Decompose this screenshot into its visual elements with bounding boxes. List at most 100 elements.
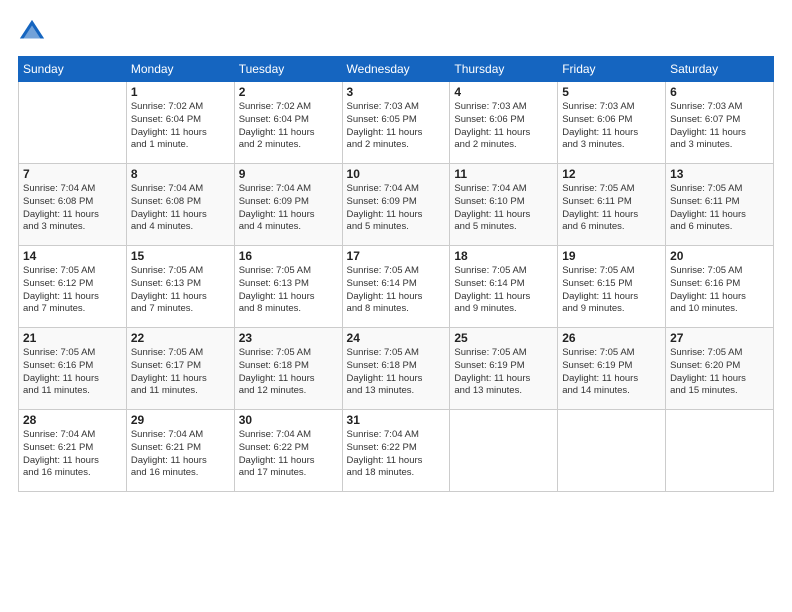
day-number: 26 [562, 331, 661, 345]
day-info: Sunrise: 7:04 AMSunset: 6:09 PMDaylight:… [239, 183, 338, 234]
day-info: Sunrise: 7:05 AMSunset: 6:18 PMDaylight:… [347, 347, 446, 398]
day-header-row: SundayMondayTuesdayWednesdayThursdayFrid… [19, 57, 774, 82]
day-number: 18 [454, 249, 553, 263]
day-number: 9 [239, 167, 338, 181]
day-number: 10 [347, 167, 446, 181]
day-info: Sunrise: 7:05 AMSunset: 6:13 PMDaylight:… [239, 265, 338, 316]
calendar-day-cell: 21 Sunrise: 7:05 AMSunset: 6:16 PMDayligh… [19, 328, 127, 410]
calendar-day-cell: 31 Sunrise: 7:04 AMSunset: 6:22 PMDayligh… [342, 410, 450, 492]
day-info: Sunrise: 7:05 AMSunset: 6:19 PMDaylight:… [454, 347, 553, 398]
day-info: Sunrise: 7:05 AMSunset: 6:14 PMDaylight:… [454, 265, 553, 316]
day-info: Sunrise: 7:05 AMSunset: 6:12 PMDaylight:… [23, 265, 122, 316]
day-of-week-header: Friday [558, 57, 666, 82]
day-info: Sunrise: 7:05 AMSunset: 6:18 PMDaylight:… [239, 347, 338, 398]
calendar-week-row: 14 Sunrise: 7:05 AMSunset: 6:12 PMDayligh… [19, 246, 774, 328]
day-info: Sunrise: 7:04 AMSunset: 6:21 PMDaylight:… [131, 429, 230, 480]
day-number: 6 [670, 85, 769, 99]
calendar-day-cell: 7 Sunrise: 7:04 AMSunset: 6:08 PMDaylight… [19, 164, 127, 246]
day-info: Sunrise: 7:02 AMSunset: 6:04 PMDaylight:… [131, 101, 230, 152]
calendar-day-cell: 2Sunrise: 7:02 AMSunset: 6:04 PMDaylight… [234, 82, 342, 164]
day-info: Sunrise: 7:05 AMSunset: 6:19 PMDaylight:… [562, 347, 661, 398]
calendar-day-cell: 26 Sunrise: 7:05 AMSunset: 6:19 PMDayligh… [558, 328, 666, 410]
calendar-day-cell: 1 Sunrise: 7:02 AMSunset: 6:04 PMDaylight… [126, 82, 234, 164]
calendar-day-cell: 16 Sunrise: 7:05 AMSunset: 6:13 PMDayligh… [234, 246, 342, 328]
day-number: 14 [23, 249, 122, 263]
day-number: 12 [562, 167, 661, 181]
calendar-day-cell: 20 Sunrise: 7:05 AMSunset: 6:16 PMDayligh… [666, 246, 774, 328]
day-number: 15 [131, 249, 230, 263]
day-number: 16 [239, 249, 338, 263]
calendar-day-cell: 19 Sunrise: 7:05 AMSunset: 6:15 PMDayligh… [558, 246, 666, 328]
day-of-week-header: Wednesday [342, 57, 450, 82]
calendar-day-cell [666, 410, 774, 492]
calendar-day-cell: 27 Sunrise: 7:05 AMSunset: 6:20 PMDayligh… [666, 328, 774, 410]
calendar-week-row: 28 Sunrise: 7:04 AMSunset: 6:21 PMDayligh… [19, 410, 774, 492]
logo [18, 18, 50, 46]
calendar-day-cell: 18 Sunrise: 7:05 AMSunset: 6:14 PMDayligh… [450, 246, 558, 328]
day-number: 27 [670, 331, 769, 345]
page: SundayMondayTuesdayWednesdayThursdayFrid… [0, 0, 792, 612]
day-info: Sunrise: 7:03 AMSunset: 6:06 PMDaylight:… [454, 101, 553, 152]
day-number: 7 [23, 167, 122, 181]
day-of-week-header: Saturday [666, 57, 774, 82]
calendar-day-cell: 5Sunrise: 7:03 AMSunset: 6:06 PMDaylight… [558, 82, 666, 164]
day-info: Sunrise: 7:04 AMSunset: 6:10 PMDaylight:… [454, 183, 553, 234]
day-number: 8 [131, 167, 230, 181]
calendar-day-cell: 30 Sunrise: 7:04 AMSunset: 6:22 PMDayligh… [234, 410, 342, 492]
day-info: Sunrise: 7:05 AMSunset: 6:20 PMDaylight:… [670, 347, 769, 398]
day-info: Sunrise: 7:05 AMSunset: 6:15 PMDaylight:… [562, 265, 661, 316]
day-info: Sunrise: 7:03 AMSunset: 6:07 PMDaylight:… [670, 101, 769, 152]
day-info: Sunrise: 7:04 AMSunset: 6:09 PMDaylight:… [347, 183, 446, 234]
day-info: Sunrise: 7:04 AMSunset: 6:08 PMDaylight:… [131, 183, 230, 234]
day-number: 4 [454, 85, 553, 99]
day-number: 11 [454, 167, 553, 181]
calendar-day-cell: 25 Sunrise: 7:05 AMSunset: 6:19 PMDayligh… [450, 328, 558, 410]
day-number: 13 [670, 167, 769, 181]
calendar-day-cell: 29 Sunrise: 7:04 AMSunset: 6:21 PMDayligh… [126, 410, 234, 492]
day-number: 23 [239, 331, 338, 345]
day-number: 21 [23, 331, 122, 345]
calendar-day-cell: 9 Sunrise: 7:04 AMSunset: 6:09 PMDaylight… [234, 164, 342, 246]
day-of-week-header: Tuesday [234, 57, 342, 82]
day-info: Sunrise: 7:03 AMSunset: 6:05 PMDaylight:… [347, 101, 446, 152]
calendar-day-cell [450, 410, 558, 492]
day-info: Sunrise: 7:04 AMSunset: 6:22 PMDaylight:… [239, 429, 338, 480]
day-info: Sunrise: 7:05 AMSunset: 6:17 PMDaylight:… [131, 347, 230, 398]
calendar-week-row: 1 Sunrise: 7:02 AMSunset: 6:04 PMDaylight… [19, 82, 774, 164]
day-number: 31 [347, 413, 446, 427]
day-number: 28 [23, 413, 122, 427]
header [18, 18, 774, 46]
day-info: Sunrise: 7:04 AMSunset: 6:22 PMDaylight:… [347, 429, 446, 480]
calendar-day-cell: 12Sunrise: 7:05 AMSunset: 6:11 PMDayligh… [558, 164, 666, 246]
calendar-week-row: 21 Sunrise: 7:05 AMSunset: 6:16 PMDayligh… [19, 328, 774, 410]
day-number: 2 [239, 85, 338, 99]
calendar-table: SundayMondayTuesdayWednesdayThursdayFrid… [18, 56, 774, 492]
day-number: 30 [239, 413, 338, 427]
day-info: Sunrise: 7:05 AMSunset: 6:11 PMDaylight:… [670, 183, 769, 234]
calendar-day-cell [558, 410, 666, 492]
calendar-day-cell: 10 Sunrise: 7:04 AMSunset: 6:09 PMDayligh… [342, 164, 450, 246]
calendar-day-cell: 11 Sunrise: 7:04 AMSunset: 6:10 PMDayligh… [450, 164, 558, 246]
day-number: 20 [670, 249, 769, 263]
day-number: 29 [131, 413, 230, 427]
day-of-week-header: Thursday [450, 57, 558, 82]
day-number: 3 [347, 85, 446, 99]
day-of-week-header: Monday [126, 57, 234, 82]
day-info: Sunrise: 7:05 AMSunset: 6:14 PMDaylight:… [347, 265, 446, 316]
calendar-day-cell: 4 Sunrise: 7:03 AMSunset: 6:06 PMDaylight… [450, 82, 558, 164]
calendar-day-cell: 13 Sunrise: 7:05 AMSunset: 6:11 PMDayligh… [666, 164, 774, 246]
day-info: Sunrise: 7:04 AMSunset: 6:08 PMDaylight:… [23, 183, 122, 234]
day-of-week-header: Sunday [19, 57, 127, 82]
calendar-week-row: 7 Sunrise: 7:04 AMSunset: 6:08 PMDaylight… [19, 164, 774, 246]
calendar-day-cell: 3 Sunrise: 7:03 AMSunset: 6:05 PMDaylight… [342, 82, 450, 164]
day-info: Sunrise: 7:03 AMSunset: 6:06 PMDaylight:… [562, 101, 661, 152]
day-number: 25 [454, 331, 553, 345]
day-info: Sunrise: 7:05 AMSunset: 6:16 PMDaylight:… [23, 347, 122, 398]
day-info: Sunrise: 7:04 AMSunset: 6:21 PMDaylight:… [23, 429, 122, 480]
calendar-day-cell: 22Sunrise: 7:05 AMSunset: 6:17 PMDayligh… [126, 328, 234, 410]
day-info: Sunrise: 7:05 AMSunset: 6:16 PMDaylight:… [670, 265, 769, 316]
day-number: 1 [131, 85, 230, 99]
day-number: 17 [347, 249, 446, 263]
calendar-day-cell: 6 Sunrise: 7:03 AMSunset: 6:07 PMDaylight… [666, 82, 774, 164]
day-number: 19 [562, 249, 661, 263]
